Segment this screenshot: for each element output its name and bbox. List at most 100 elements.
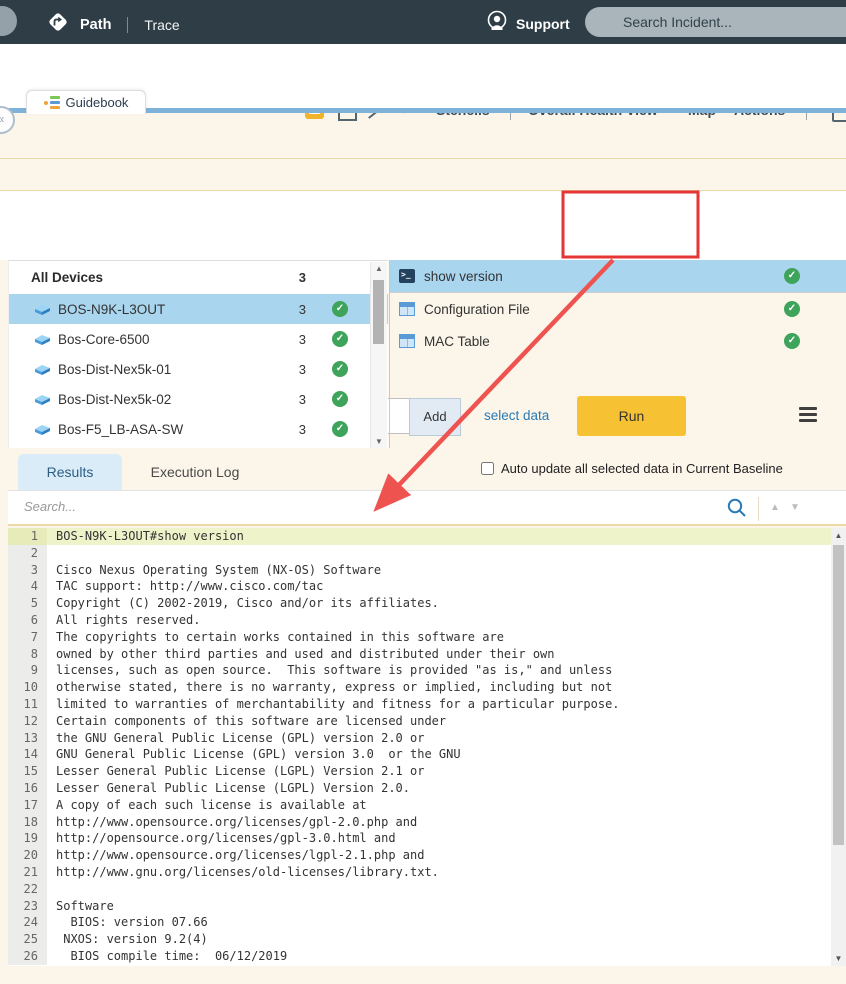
device-row[interactable]: BOS-N9K-L3OUT 3 ✓ — [9, 294, 388, 324]
data-row[interactable]: show version ✓ — [390, 260, 846, 293]
device-name: Bos-Dist-Nex5k-01 — [58, 361, 172, 377]
line-number: 7 — [8, 628, 47, 646]
device-count: 3 — [298, 331, 306, 347]
device-icon — [33, 393, 51, 406]
code-line: 21 http://www.gnu.org/licenses/old-licen… — [8, 863, 846, 881]
scroll-up-icon[interactable]: ▲ — [831, 531, 846, 540]
data-type-icon — [399, 302, 415, 316]
path-icon[interactable] — [46, 10, 70, 39]
line-text: http://opensource.org/licenses/gpl-3.0.h… — [56, 831, 396, 846]
line-number: 22 — [8, 880, 47, 898]
line-text: Copyright (C) 2002-2019, Cisco and/or it… — [56, 596, 439, 611]
line-number: 1 — [8, 528, 47, 545]
line-number: 15 — [8, 763, 47, 780]
code-line: 10 otherwise stated, there is no warrant… — [8, 679, 846, 696]
device-count: 3 — [298, 421, 306, 437]
line-text: GNU General Public License (GPL) version… — [56, 747, 461, 762]
support-person-icon — [486, 10, 508, 37]
nav-trace-label[interactable]: Trace — [144, 17, 179, 33]
device-icon — [33, 333, 51, 346]
map-toolbar: Stencils Overall Health View Map Actions — [0, 44, 846, 122]
line-number: 8 — [8, 645, 47, 663]
line-text: Lesser General Public License (LGPL) Ver… — [56, 780, 411, 795]
incident-search-input[interactable] — [621, 13, 825, 31]
line-number: 9 — [8, 662, 47, 680]
line-text: http://www.gnu.org/licenses/old-licenses… — [56, 864, 439, 879]
scroll-down-icon[interactable]: ▼ — [371, 437, 387, 446]
data-type-icon — [399, 334, 415, 348]
line-number: 21 — [8, 863, 47, 881]
result-output: 1 BOS-N9K-L3OUT#show version 2 3 Cisco N… — [8, 528, 846, 966]
code-line: 26 BIOS compile time: 06/12/2019 — [8, 947, 846, 965]
code-line: 25 NXOS: version 9.2(4) — [8, 931, 846, 948]
results-search-input[interactable] — [22, 498, 526, 515]
code-line: 4 TAC support: http://www.cisco.com/tac — [8, 578, 846, 596]
search-icon[interactable] — [726, 497, 748, 524]
success-check-icon: ✓ — [784, 268, 800, 284]
device-icon — [33, 423, 51, 436]
device-name: Bos-F5_LB-ASA-SW — [58, 421, 184, 437]
success-check-icon: ✓ — [332, 391, 348, 407]
code-line: 14 GNU General Public License (GPL) vers… — [8, 746, 846, 764]
scrollbar-thumb[interactable] — [833, 545, 844, 845]
success-check-icon: ✓ — [784, 333, 800, 349]
device-row[interactable]: Bos-Dist-Nex5k-01 3 ✓ — [9, 354, 388, 384]
line-text — [47, 881, 56, 898]
line-text: Cisco Nexus Operating System (NX-OS) Sof… — [56, 562, 382, 577]
device-name: BOS-N9K-L3OUT — [58, 301, 166, 317]
code-line: 3 Cisco Nexus Operating System (NX-OS) S… — [8, 561, 846, 579]
device-row[interactable]: Bos-Dist-Nex5k-02 3 ✓ — [9, 384, 388, 414]
line-text: licenses, such as open source. This soft… — [56, 663, 613, 678]
line-number: 2 — [8, 544, 47, 562]
auto-update-checkbox[interactable] — [481, 462, 494, 475]
line-number: 4 — [8, 578, 47, 596]
scroll-up-icon[interactable]: ▲ — [371, 264, 387, 273]
line-number: 12 — [8, 712, 47, 730]
nav-separator — [127, 16, 129, 33]
description-field[interactable]: Please input description for this action… — [0, 159, 846, 340]
line-text: The copyrights to certain works containe… — [56, 629, 504, 644]
data-type-list: show version ✓ Configuration File ✓ MAC … — [389, 260, 846, 448]
brand-area: Path Trace — [46, 10, 180, 39]
nav-path-label[interactable]: Path — [80, 17, 111, 33]
incident-search[interactable] — [585, 7, 846, 37]
device-name: Bos-Dist-Nex5k-02 — [58, 391, 172, 407]
search-separator — [758, 497, 759, 521]
line-number: 17 — [8, 796, 47, 814]
tab-execution-log[interactable]: Execution Log — [130, 454, 260, 490]
top-navbar: Path Trace Support — [0, 0, 846, 44]
support-label: Support — [516, 15, 570, 32]
line-text: TAC support: http://www.cisco.com/tac — [56, 579, 324, 594]
scrollbar-thumb[interactable] — [373, 280, 384, 344]
search-prev-icon[interactable]: ▲ — [770, 502, 780, 513]
data-row[interactable]: Configuration File ✓ — [390, 293, 846, 325]
device-row[interactable]: Bos-F5_LB-ASA-SW 3 ✓ — [9, 414, 388, 444]
success-check-icon: ✓ — [332, 301, 348, 317]
line-text: http://www.opensource.org/licenses/lgpl-… — [56, 848, 425, 863]
line-text: A copy of each such license is available… — [56, 797, 367, 812]
tab-guidebook[interactable]: Guidebook — [26, 90, 146, 114]
code-line: 11 limited to warranties of merchantabil… — [8, 695, 846, 713]
data-row[interactable]: MAC Table ✓ — [390, 325, 846, 357]
code-line: 12 Certain components of this software a… — [8, 712, 846, 730]
code-line: 13 the GNU General Public License (GPL) … — [8, 729, 846, 747]
command-row: 17 Devices + Add select data Run — [0, 191, 846, 436]
line-text: otherwise stated, there is no warranty, … — [56, 680, 613, 695]
search-next-icon[interactable]: ▼ — [790, 502, 800, 513]
device-list-scrollbar[interactable]: ▲ ▼ — [370, 262, 387, 448]
line-number: 25 — [8, 931, 47, 948]
line-number: 23 — [8, 897, 47, 915]
line-text: limited to warranties of merchantability… — [56, 696, 620, 711]
success-check-icon: ✓ — [332, 421, 348, 437]
device-list-header: All Devices 3 — [9, 261, 388, 294]
scroll-down-icon[interactable]: ▼ — [831, 954, 846, 963]
support-area[interactable]: Support — [486, 10, 570, 37]
code-line: 2 — [8, 544, 846, 562]
line-number: 3 — [8, 561, 47, 579]
tab-results[interactable]: Results — [18, 454, 122, 490]
result-scrollbar[interactable]: ▲ ▼ — [831, 528, 846, 966]
line-text: NXOS: version 9.2(4) — [56, 932, 208, 947]
device-row[interactable]: Bos-Core-6500 3 ✓ — [9, 324, 388, 354]
device-icon — [33, 363, 51, 376]
nav-edge-circle[interactable] — [0, 6, 17, 36]
